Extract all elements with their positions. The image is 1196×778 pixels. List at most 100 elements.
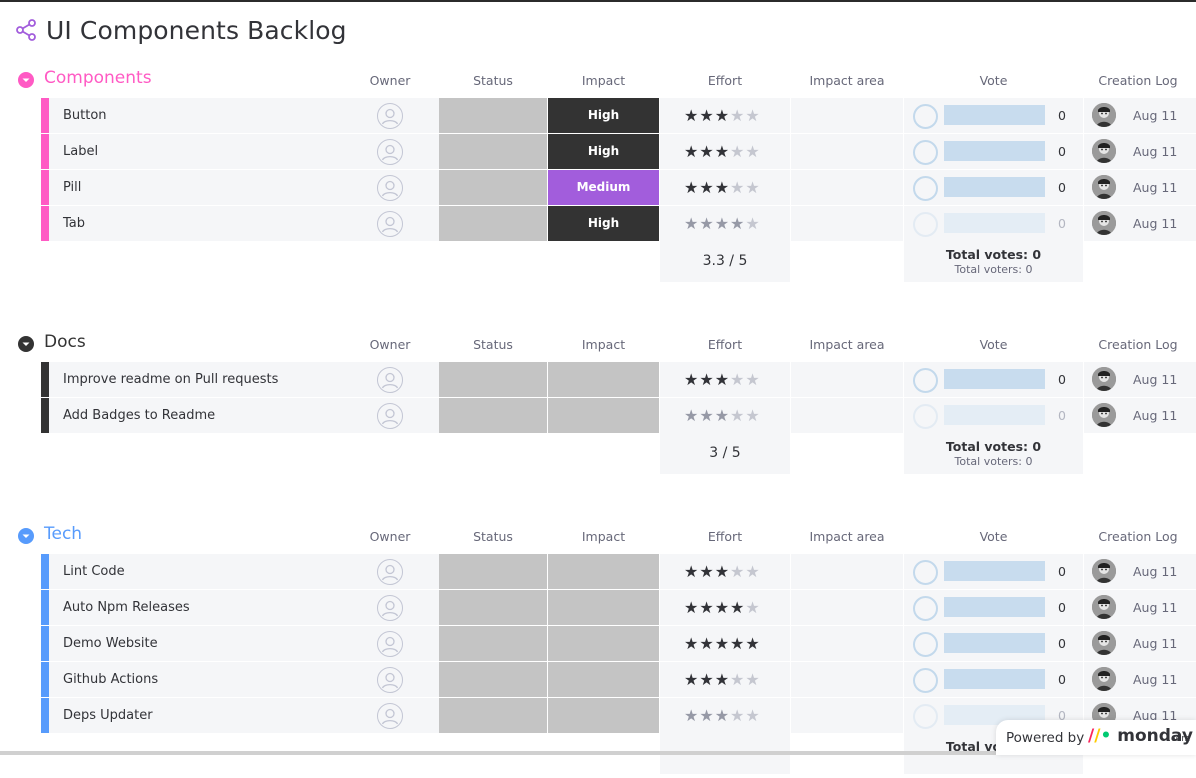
table-row[interactable]: Auto Npm Releases ★★★★★ 0 Aug 11 (41, 590, 1196, 625)
impact-area-cell[interactable] (791, 626, 903, 661)
vote-button[interactable] (913, 704, 938, 729)
star-icon[interactable]: ★ (730, 106, 745, 125)
column-header-impact-area[interactable]: Impact area (791, 337, 903, 352)
avatar[interactable] (1092, 403, 1116, 427)
vote-button[interactable] (913, 560, 938, 585)
star-rating[interactable]: ★★★★★ (684, 706, 761, 725)
star-icon[interactable]: ★ (745, 634, 760, 653)
status-cell[interactable] (439, 170, 547, 205)
vote-button[interactable] (913, 176, 938, 201)
item-name-cell[interactable]: Add Badges to Readme (49, 398, 381, 433)
star-icon[interactable]: ★ (699, 178, 714, 197)
vote-button[interactable] (913, 668, 938, 693)
owner-cell[interactable] (342, 590, 439, 625)
item-name[interactable]: Add Badges to Readme (63, 408, 215, 423)
person-icon[interactable] (377, 703, 403, 729)
star-icon[interactable]: ★ (715, 670, 730, 689)
table-row[interactable]: Improve readme on Pull requests ★★★★★ 0 Aug… (41, 362, 1196, 397)
vote-cell[interactable]: 0 (904, 362, 1083, 397)
impact-area-cell[interactable] (791, 662, 903, 697)
vote-cell[interactable]: 0 (904, 398, 1083, 433)
item-name-cell[interactable]: Github Actions (49, 662, 381, 697)
column-header-impact[interactable]: Impact (548, 337, 659, 352)
effort-rating-cell[interactable]: ★★★★★ (660, 98, 790, 133)
impact-cell[interactable]: High (548, 206, 659, 241)
vote-cell[interactable]: 0 (904, 206, 1083, 241)
impact-cell[interactable]: High (548, 98, 659, 133)
status-cell[interactable] (439, 98, 547, 133)
owner-cell[interactable] (342, 362, 439, 397)
status-cell[interactable] (439, 362, 547, 397)
star-icon[interactable]: ★ (715, 214, 730, 233)
vote-button[interactable] (913, 404, 938, 429)
star-icon[interactable]: ★ (684, 406, 699, 425)
impact-area-cell[interactable] (791, 554, 903, 589)
star-rating[interactable]: ★★★★★ (684, 142, 761, 161)
status-cell[interactable] (439, 662, 547, 697)
star-icon[interactable]: ★ (699, 214, 714, 233)
person-icon[interactable] (377, 103, 403, 129)
star-icon[interactable]: ★ (684, 670, 699, 689)
star-icon[interactable]: ★ (684, 370, 699, 389)
item-name[interactable]: Deps Updater (63, 708, 153, 723)
avatar[interactable] (1092, 595, 1116, 619)
owner-cell[interactable] (342, 626, 439, 661)
column-header-status[interactable]: Status (440, 337, 546, 352)
item-name-cell[interactable]: Deps Updater (49, 698, 381, 733)
star-icon[interactable]: ★ (745, 142, 760, 161)
column-header-impact[interactable]: Impact (548, 529, 659, 544)
group-title[interactable]: Docs (44, 332, 86, 352)
vote-button[interactable] (913, 632, 938, 657)
impact-cell[interactable] (548, 698, 659, 733)
star-rating[interactable]: ★★★★★ (684, 562, 761, 581)
powered-by-badge[interactable]: Powered by //• monday .com (996, 720, 1196, 755)
impact-area-cell[interactable] (791, 170, 903, 205)
impact-cell[interactable] (548, 554, 659, 589)
star-icon[interactable]: ★ (684, 562, 699, 581)
column-header-status[interactable]: Status (440, 73, 546, 88)
table-row[interactable]: Lint Code ★★★★★ 0 Aug 11 (41, 554, 1196, 589)
column-header-creation-log[interactable]: Creation Log (1084, 337, 1192, 352)
effort-rating-cell[interactable]: ★★★★★ (660, 398, 790, 433)
column-header-owner[interactable]: Owner (360, 73, 420, 88)
owner-cell[interactable] (342, 170, 439, 205)
avatar[interactable] (1092, 631, 1116, 655)
star-icon[interactable]: ★ (745, 370, 760, 389)
impact-cell[interactable] (548, 362, 659, 397)
column-header-vote[interactable]: Vote (904, 337, 1083, 352)
status-cell[interactable] (439, 590, 547, 625)
impact-area-cell[interactable] (791, 698, 903, 733)
item-name-cell[interactable]: Pill (49, 170, 381, 205)
item-name[interactable]: Demo Website (63, 636, 158, 651)
column-header-effort[interactable]: Effort (660, 73, 790, 88)
impact-cell[interactable]: High (548, 134, 659, 169)
owner-cell[interactable] (342, 134, 439, 169)
star-icon[interactable]: ★ (699, 406, 714, 425)
star-icon[interactable]: ★ (715, 106, 730, 125)
item-name-cell[interactable]: Tab (49, 206, 381, 241)
star-icon[interactable]: ★ (684, 598, 699, 617)
vote-button[interactable] (913, 212, 938, 237)
vote-cell[interactable]: 0 (904, 590, 1083, 625)
collapse-group-icon[interactable] (18, 528, 34, 544)
star-icon[interactable]: ★ (730, 406, 745, 425)
star-icon[interactable]: ★ (730, 214, 745, 233)
collapse-group-icon[interactable] (18, 72, 34, 88)
star-rating[interactable]: ★★★★★ (684, 598, 761, 617)
impact-area-cell[interactable] (791, 398, 903, 433)
star-icon[interactable]: ★ (745, 106, 760, 125)
impact-cell[interactable] (548, 398, 659, 433)
collapse-group-icon[interactable] (18, 336, 34, 352)
star-rating[interactable]: ★★★★★ (684, 634, 761, 653)
star-icon[interactable]: ★ (715, 370, 730, 389)
person-icon[interactable] (377, 667, 403, 693)
table-row[interactable]: Label High ★★★★★ 0 Aug 11 (41, 134, 1196, 169)
column-header-creation-log[interactable]: Creation Log (1084, 73, 1192, 88)
person-icon[interactable] (377, 631, 403, 657)
avatar[interactable] (1092, 139, 1116, 163)
owner-cell[interactable] (342, 554, 439, 589)
star-rating[interactable]: ★★★★★ (684, 214, 761, 233)
star-icon[interactable]: ★ (745, 406, 760, 425)
star-rating[interactable]: ★★★★★ (684, 406, 761, 425)
impact-area-cell[interactable] (791, 362, 903, 397)
